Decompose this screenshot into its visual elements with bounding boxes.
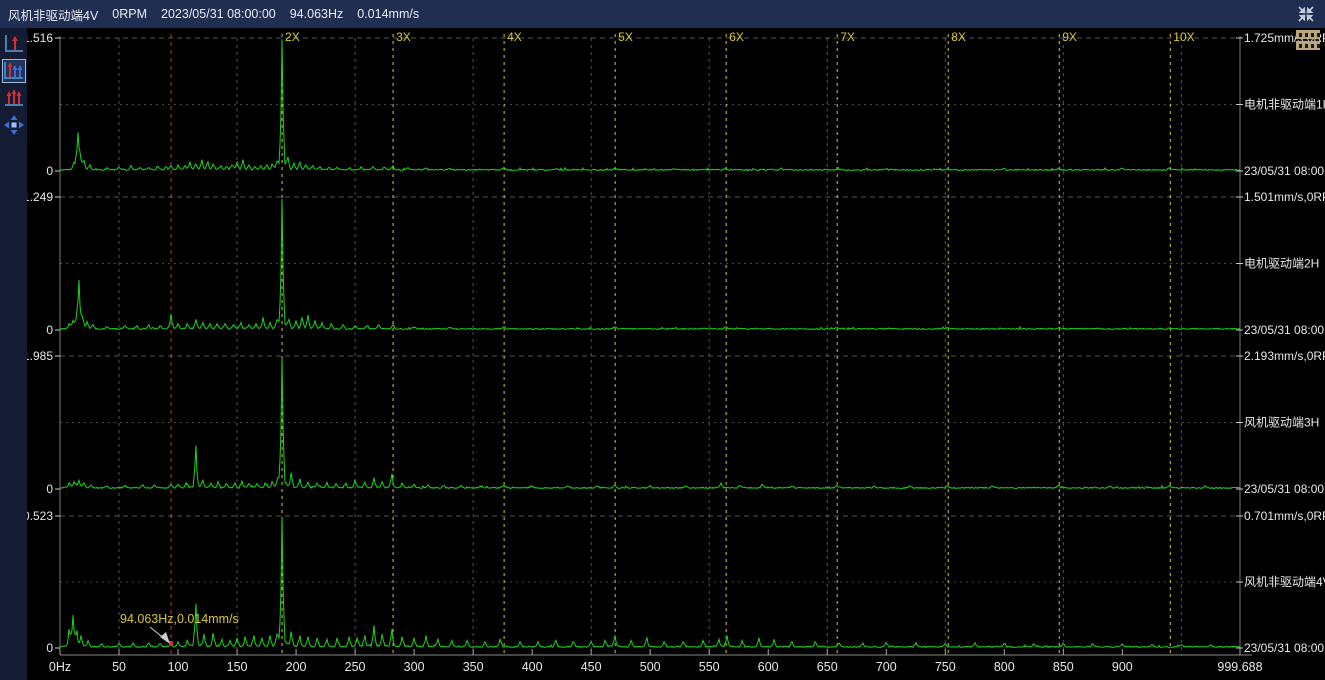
x-axis-tick-label: 400 [522,660,543,674]
y-max-label: 1.985 [27,349,53,363]
y-max-label: 1.249 [27,190,53,204]
x-axis-tick-label: 999.688 [1217,660,1262,674]
x-axis-tick-label: 150 [227,660,248,674]
x-axis-tick-label: 0Hz [49,660,71,674]
y-zero-label: 0 [46,164,53,178]
channel-amplitude-label: 2.193mm/s,0RPM [1244,349,1325,363]
channel-amplitude-label: 1.501mm/s,0RPM [1244,190,1325,204]
cursor-annotation: 94.063Hz,0.014mm/s [120,612,239,626]
cursor-frequency-value: 94.063Hz [290,7,344,21]
x-axis-tick-label: 650 [817,660,838,674]
single-cursor-spectrum-tool[interactable] [2,32,26,56]
harmonic-label: 7X [840,30,855,44]
harmonic-cursor-chart-icon [3,60,25,82]
spectrum-chart: 2X3X4X5X6X7X8X9X10X1.51601.725mm/s,0RPM电… [27,28,1325,680]
x-axis-tick-label: 250 [345,660,366,674]
channel-name-label: 风机非驱动端4V [1244,575,1325,589]
channel-name-label: 电机驱动端2H [1244,257,1319,271]
collapse-icon[interactable] [1293,3,1319,25]
toolbar-sidebar [0,28,27,680]
x-axis-tick-label: 50 [112,660,126,674]
channel-timestamp-label: 23/05/31 08:00:00 [1244,323,1325,337]
single-cursor-chart-icon [3,33,25,55]
harmonic-label: 4X [507,30,522,44]
x-axis-tick-label: 750 [935,660,956,674]
x-axis-tick-label: 700 [876,660,897,674]
channel-timestamp-label: 23/05/31 08:00:00 [1244,482,1325,496]
x-axis-tick-label: 100 [168,660,189,674]
y-max-label: 1.516 [27,31,53,45]
x-axis-tick-label: 450 [581,660,602,674]
harmonic-label: 3X [396,30,411,44]
spectrum-chart-panel: 2X3X4X5X6X7X8X9X10X1.51601.725mm/s,0RPM电… [27,28,1325,680]
x-axis-tick-label: 350 [463,660,484,674]
x-axis-tick-label: 600 [758,660,779,674]
harmonic-label: 9X [1062,30,1077,44]
status-bar: 风机非驱动端4V 0RPM 2023/05/31 08:00:00 94.063… [0,0,1325,28]
harmonic-label: 10X [1173,30,1194,44]
channel-timestamp-label: 23/05/31 08:00:00 [1244,641,1325,655]
pan-tool[interactable] [2,113,26,137]
harmonic-label: 5X [618,30,633,44]
rpm-value: 0RPM [112,7,147,21]
x-axis-tick-label: 850 [1053,660,1074,674]
channel-amplitude-label: 0.701mm/s,0RPM [1244,509,1325,523]
annotation-arrowhead [160,632,170,644]
x-axis-tick-label: 200 [286,660,307,674]
channel-timestamp-label: 23/05/31 08:00:00 [1244,164,1325,178]
measurement-point-name: 风机非驱动端4V [8,5,98,24]
y-zero-label: 0 [46,323,53,337]
y-zero-label: 0 [46,482,53,496]
y-max-label: 0.523 [27,509,53,523]
x-axis-tick-label: 900 [1112,660,1133,674]
channel-name-label: 电机非驱动端1H [1244,98,1325,112]
sideband-cursor-chart-icon [3,87,25,109]
x-axis-tick-label: 550 [699,660,720,674]
pan-move-icon [3,114,25,136]
harmonic-cursor-spectrum-tool[interactable] [2,59,26,83]
channel-name-label: 风机驱动端3H [1244,416,1319,430]
datetime-value: 2023/05/31 08:00:00 [161,7,276,21]
y-zero-label: 0 [46,641,53,655]
harmonic-label: 6X [729,30,744,44]
x-axis-tick-label: 300 [404,660,425,674]
harmonic-label: 2X [285,30,300,44]
harmonic-label: 8X [951,30,966,44]
sideband-cursor-spectrum-tool[interactable] [2,86,26,110]
x-axis-tick-label: 500 [640,660,661,674]
cursor-amplitude-value: 0.014mm/s [357,7,419,21]
x-axis-tick-label: 800 [994,660,1015,674]
